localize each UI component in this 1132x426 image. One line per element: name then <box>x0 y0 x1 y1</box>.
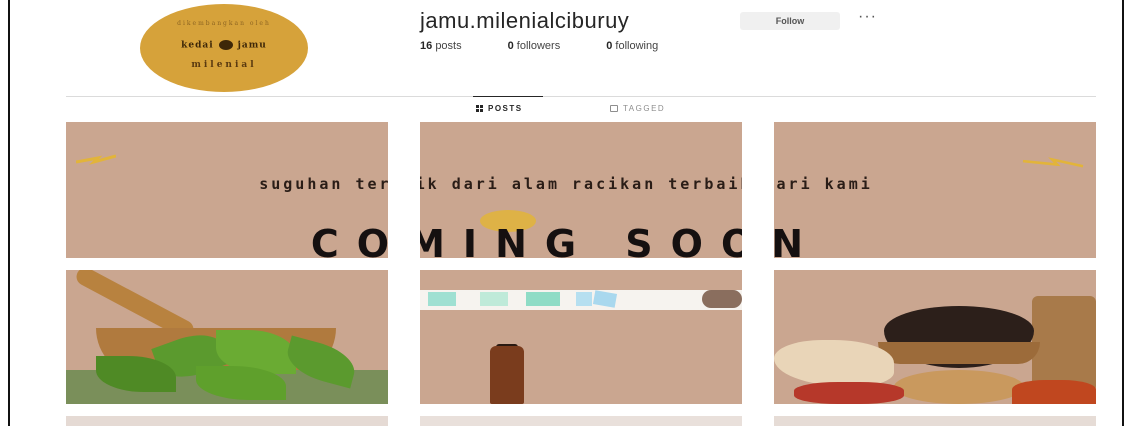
sparkle-icon <box>1022 157 1084 168</box>
grid-gutter <box>388 122 420 258</box>
tab-tagged-label: TAGGED <box>623 104 666 113</box>
color-swatch <box>576 292 592 306</box>
post-tile-8[interactable] <box>420 416 742 426</box>
grinder-shape <box>1032 296 1096 392</box>
stat-posts-label: posts <box>435 40 462 52</box>
color-swatch <box>428 292 456 306</box>
tab-posts[interactable]: POSTS <box>476 104 523 113</box>
banner-tagline: suguhan terbaik dari alam racikan terbai… <box>0 176 1132 192</box>
stat-following[interactable]: 0 following <box>606 40 658 52</box>
follow-button[interactable]: Follow <box>740 12 840 30</box>
coffee-bean-icon <box>218 40 233 50</box>
grid-gutter <box>742 122 774 258</box>
active-tab-indicator <box>473 96 543 97</box>
stat-posts-count: 16 <box>420 40 433 52</box>
avatar-left-word: kedai <box>181 40 214 51</box>
tab-tagged[interactable]: TAGGED <box>610 104 665 113</box>
tabs-divider <box>66 96 1096 97</box>
stat-following-count: 0 <box>606 40 613 52</box>
tag-icon <box>610 105 618 112</box>
banner-tagline-text: suguhan terbaik dari alam racikan terbai… <box>259 175 873 193</box>
post-tile-5[interactable] <box>420 270 742 404</box>
profile-stats: 16 posts 0 followers 0 following <box>420 40 704 52</box>
stat-posts[interactable]: 16 posts <box>420 40 462 52</box>
avatar-bottom-text: milenial <box>191 60 257 70</box>
color-swatch <box>480 292 508 306</box>
post-tile-6[interactable] <box>774 270 1096 404</box>
avatar-top-text: dikembangkan oleh <box>177 20 271 27</box>
powder-shape <box>1012 380 1096 404</box>
more-options-icon[interactable]: ··· <box>858 8 877 26</box>
stat-following-label: following <box>615 40 659 52</box>
color-swatch <box>702 290 742 308</box>
profile-username: jamu.milenialciburuy <box>420 8 630 33</box>
avatar-brand: kedai jamu <box>140 40 308 51</box>
ginger-shape <box>774 340 894 386</box>
stat-followers[interactable]: 0 followers <box>508 40 561 52</box>
stat-followers-label: followers <box>516 40 561 52</box>
tab-posts-label: POSTS <box>488 104 523 113</box>
sparkle-icon <box>76 154 116 165</box>
bottle-shape <box>490 346 524 404</box>
post-tile-7[interactable] <box>66 416 388 426</box>
spoon-shape <box>894 370 1024 404</box>
grid-icon <box>476 105 483 112</box>
banner-title: COMING SOON <box>310 222 822 266</box>
avatar-right-word: jamu <box>237 40 267 51</box>
chili-shape <box>794 382 904 404</box>
profile-avatar[interactable]: dikembangkan oleh kedai jamu milenial <box>140 4 308 92</box>
post-tile-4[interactable] <box>66 270 388 404</box>
bowl-rim-shape <box>878 342 1040 364</box>
color-swatch <box>526 292 560 306</box>
post-tile-9[interactable] <box>774 416 1096 426</box>
stat-followers-count: 0 <box>507 40 514 52</box>
